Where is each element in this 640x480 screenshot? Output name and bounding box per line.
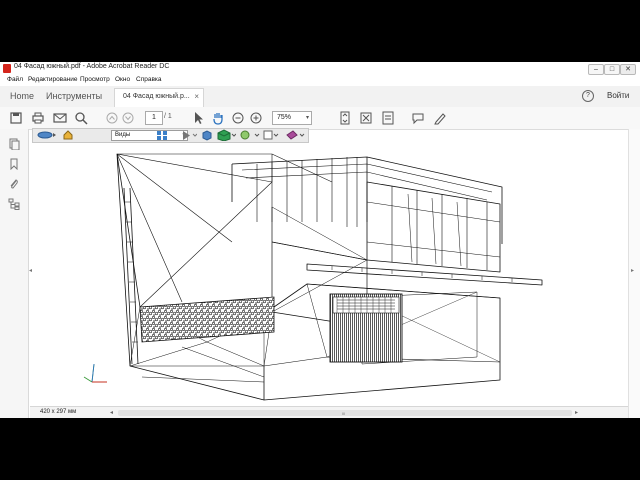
next-page-icon[interactable] bbox=[120, 110, 136, 126]
tab-tools[interactable]: Инструменты bbox=[46, 91, 102, 101]
scroll-mode-icon[interactable] bbox=[380, 110, 396, 126]
building-outline bbox=[116, 153, 501, 401]
views-dropdown-label: Виды bbox=[115, 132, 131, 138]
help-icon[interactable]: ? bbox=[582, 90, 594, 102]
page-thumbnails-icon[interactable] bbox=[8, 137, 20, 151]
save-icon[interactable] bbox=[8, 110, 24, 126]
acrobat-app-icon bbox=[3, 64, 11, 73]
horizontal-scrollbar[interactable]: III bbox=[118, 410, 572, 416]
page-count: / 1 bbox=[164, 113, 172, 120]
projection-icon[interactable] bbox=[201, 130, 212, 141]
tab-bar: Home Инструменты 04 Фасад южный.p... × ?… bbox=[0, 86, 640, 108]
zoom-in-icon[interactable] bbox=[248, 110, 264, 126]
close-tab-icon[interactable]: × bbox=[194, 92, 199, 101]
tab-home[interactable]: Home bbox=[10, 91, 34, 101]
email-icon[interactable] bbox=[52, 110, 68, 126]
lighting-icon[interactable] bbox=[238, 129, 260, 141]
render-mode-icon[interactable] bbox=[216, 129, 236, 141]
menu-bar: Файл Редактирование Просмотр Окно Справк… bbox=[0, 75, 640, 86]
acrobat-window: 04 Фасад южный.pdf - Adobe Acrobat Reade… bbox=[0, 62, 640, 418]
menu-edit[interactable]: Редактирование bbox=[28, 76, 78, 83]
home-view-icon[interactable] bbox=[63, 130, 73, 140]
window-title: 04 Фасад южный.pdf - Adobe Acrobat Reade… bbox=[14, 63, 170, 70]
close-window-button[interactable]: ✕ bbox=[620, 64, 636, 75]
play-animation-icon[interactable] bbox=[181, 130, 197, 141]
minimize-button[interactable]: – bbox=[588, 64, 604, 75]
tab-document[interactable]: 04 Фасад южный.p... × bbox=[114, 88, 204, 108]
3d-model-viewport[interactable] bbox=[32, 142, 628, 404]
menu-file[interactable]: Файл bbox=[7, 76, 23, 83]
document-tab-title: 04 Фасад южный.p... bbox=[123, 93, 190, 100]
left-navigation-pane bbox=[0, 129, 29, 418]
zoom-level-value: 75% bbox=[277, 114, 292, 121]
status-bar: 420 x 297 мм ◂ III ▸ bbox=[30, 406, 628, 418]
menu-view[interactable]: Просмотр bbox=[80, 76, 110, 83]
print-icon[interactable] bbox=[30, 110, 46, 126]
stone-planter bbox=[139, 296, 275, 343]
bookmarks-icon[interactable] bbox=[8, 157, 20, 171]
zoom-dropdown-icon: ▾ bbox=[305, 115, 309, 121]
fit-page-icon[interactable] bbox=[337, 110, 353, 126]
cross-section-icon[interactable] bbox=[285, 129, 305, 141]
pen-icon[interactable] bbox=[432, 110, 448, 126]
attachments-icon[interactable] bbox=[8, 177, 20, 189]
scrollbar-grip[interactable]: III bbox=[342, 411, 345, 416]
cantilever-slab bbox=[306, 263, 543, 286]
model-tree-icon[interactable] bbox=[8, 197, 20, 210]
comment-icon[interactable] bbox=[410, 110, 426, 126]
search-icon[interactable] bbox=[73, 110, 89, 126]
main-toolbar: 1 / 1 75% ▾ bbox=[0, 107, 640, 130]
page-size-label: 420 x 297 мм bbox=[40, 409, 77, 415]
menu-window[interactable]: Окно bbox=[115, 76, 130, 83]
page-number-input[interactable]: 1 bbox=[145, 111, 163, 125]
hand-tool-icon[interactable] bbox=[210, 110, 226, 126]
zoom-level-select[interactable]: 75% ▾ bbox=[272, 111, 312, 125]
scroll-left-icon[interactable]: ◂ bbox=[110, 409, 113, 416]
maximize-button[interactable]: □ bbox=[604, 64, 620, 75]
menu-help[interactable]: Справка bbox=[136, 76, 162, 83]
zoom-out-icon[interactable] bbox=[230, 110, 246, 126]
title-bar: 04 Фасад южный.pdf - Adobe Acrobat Reade… bbox=[0, 62, 640, 76]
scroll-right-icon[interactable]: ▸ bbox=[575, 409, 578, 416]
view-options-icon[interactable] bbox=[156, 130, 168, 141]
fullscreen-icon[interactable] bbox=[358, 110, 374, 126]
views-dropdown[interactable]: Виды ▾ bbox=[111, 130, 188, 141]
expand-right-pane-icon[interactable]: ▸ bbox=[631, 267, 634, 274]
signin-link[interactable]: Войти bbox=[607, 91, 629, 100]
3d-toolbar: Виды ▾ bbox=[32, 128, 309, 143]
glass-curtain-wall bbox=[366, 181, 501, 273]
3d-rotate-icon[interactable] bbox=[36, 129, 58, 141]
background-color-icon[interactable] bbox=[263, 130, 279, 141]
select-cursor-icon[interactable] bbox=[190, 110, 206, 126]
previous-page-icon[interactable] bbox=[104, 110, 120, 126]
